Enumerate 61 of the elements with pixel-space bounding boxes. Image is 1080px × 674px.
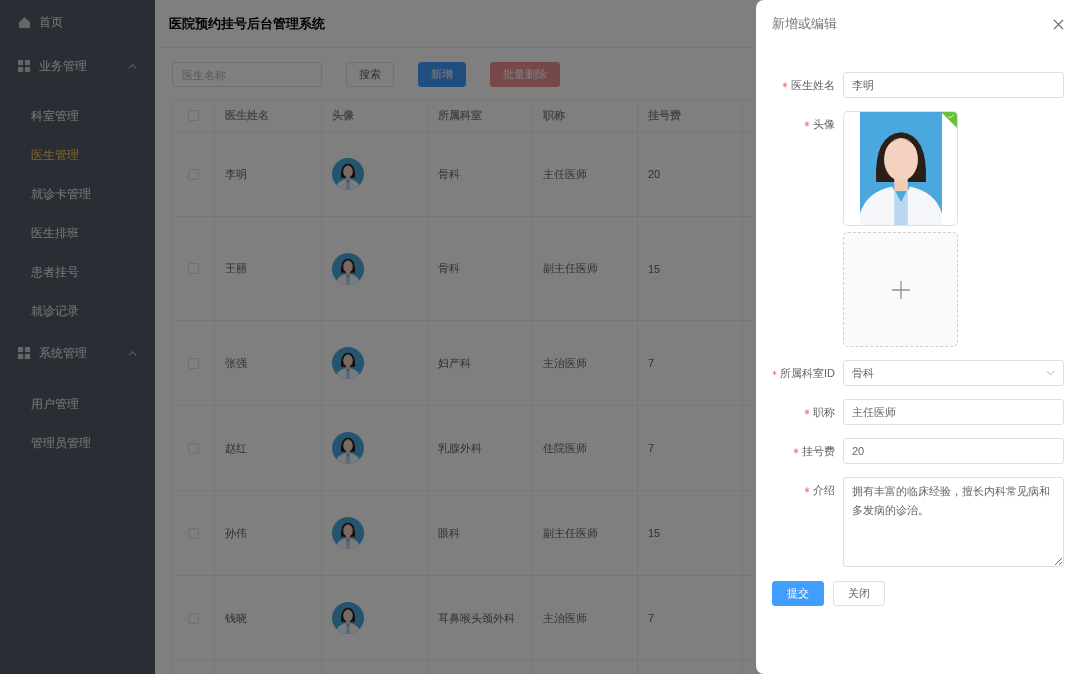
table-cell: 主治医师 <box>543 610 587 626</box>
table-cell: 7 <box>648 357 655 369</box>
home-icon <box>18 15 31 29</box>
table-cell: 住院医师 <box>543 440 587 456</box>
table-cell: 骨科 <box>438 166 460 182</box>
check-icon <box>941 112 957 128</box>
close-button[interactable]: 关闭 <box>833 581 885 606</box>
uploaded-image[interactable] <box>843 111 958 226</box>
page-title: 医院预约挂号后台管理系统 <box>169 14 325 33</box>
table-cell: 7 <box>648 442 655 454</box>
table-cell: 耳鼻喉头颈外科 <box>438 610 515 626</box>
menu-item[interactable]: 医生管理 <box>0 136 155 175</box>
table-cell: 乳腺外科 <box>438 440 482 456</box>
table-cell: 副主任医师 <box>543 261 598 276</box>
caret-icon <box>1046 370 1055 376</box>
menu-item[interactable]: 患者挂号 <box>0 253 155 292</box>
input-field[interactable]: 20 <box>843 438 1064 464</box>
table-cell: 妇产科 <box>438 355 471 371</box>
grid-icon <box>18 59 31 73</box>
table-cell: 20 <box>648 168 661 180</box>
menu-item[interactable]: 科室管理 <box>0 97 155 136</box>
table-cell: 15 <box>648 527 661 539</box>
menu-item[interactable]: 就诊卡管理 <box>0 175 155 214</box>
menu-item[interactable]: 用户管理 <box>0 385 155 424</box>
add-button[interactable]: 新增 <box>418 62 466 87</box>
table-cell: 主治医师 <box>543 355 587 371</box>
table-cell: 主任医师 <box>543 166 587 182</box>
menu-item[interactable]: 就诊记录 <box>0 292 155 331</box>
table-cell: 李明 <box>225 166 247 182</box>
menu-item[interactable]: 首页 <box>0 0 155 44</box>
table-cell: 骨科 <box>438 261 460 276</box>
table-cell: 眼科 <box>438 525 460 541</box>
field-label: 医生姓名 <box>791 77 835 93</box>
plus-icon <box>891 280 910 299</box>
menu-item[interactable]: 系统管理 <box>0 331 155 375</box>
input-field[interactable]: 李明 <box>843 72 1064 98</box>
field-label: 所属科室ID <box>780 365 835 381</box>
table-cell: 副主任医师 <box>543 525 598 541</box>
upload-button[interactable] <box>843 232 958 347</box>
grid-icon <box>18 346 31 360</box>
search-button[interactable]: 搜索 <box>346 62 394 87</box>
field-label: 介绍 <box>813 482 835 498</box>
table-cell: 王丽 <box>225 261 247 276</box>
table-cell: 15 <box>648 262 661 275</box>
table-cell: 孙伟 <box>225 525 247 541</box>
table-cell: 钱晓 <box>225 610 247 626</box>
table-cell: 7 <box>648 612 655 624</box>
drawer-title: 新增或编辑 <box>772 15 837 33</box>
close-icon[interactable] <box>1053 18 1064 30</box>
table-cell: 赵红 <box>225 440 247 456</box>
menu-item[interactable]: 医生排班 <box>0 214 155 253</box>
menu-item[interactable]: 业务管理 <box>0 44 155 88</box>
input-field[interactable]: 主任医师 <box>843 399 1064 425</box>
menu-item[interactable]: 管理员管理 <box>0 424 155 463</box>
select-field[interactable]: 骨科 <box>843 360 1064 386</box>
field-label: 挂号费 <box>802 443 835 459</box>
submit-button[interactable]: 提交 <box>772 581 824 606</box>
table-cell: 张强 <box>225 355 247 371</box>
field-label: 头像 <box>813 116 835 132</box>
text-area[interactable]: 拥有丰富的临床经验，擅长内科常见病和多发病的诊治。 <box>843 477 1064 567</box>
field-label: 职称 <box>813 404 835 420</box>
